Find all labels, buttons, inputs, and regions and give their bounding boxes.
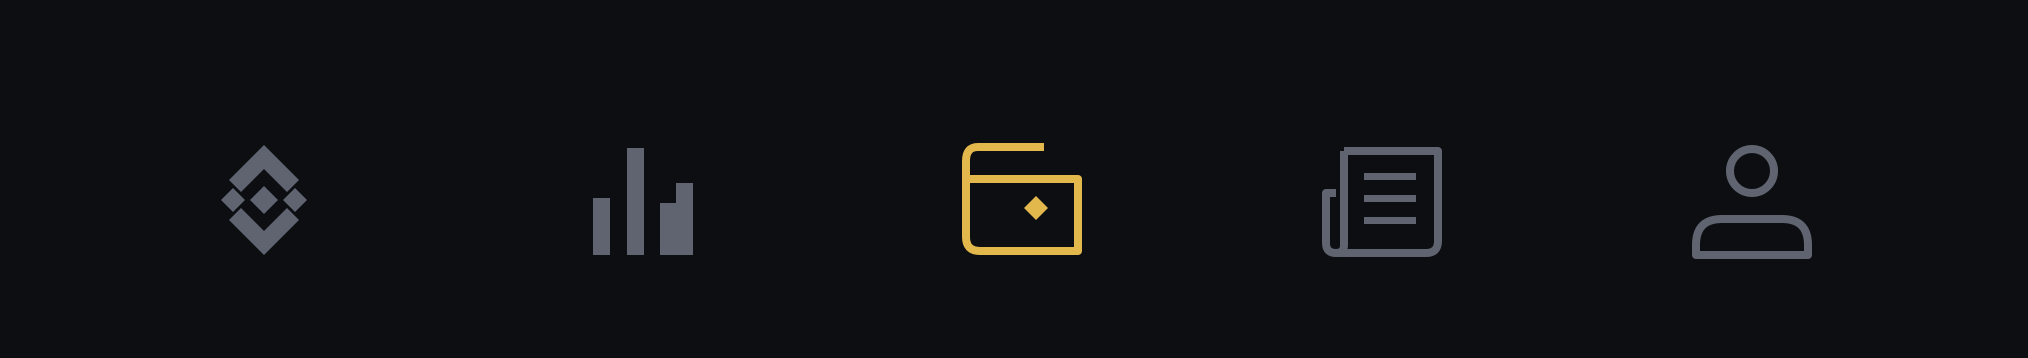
tab-home[interactable] [184,130,344,270]
user-icon [1692,145,1812,259]
newspaper-icon [1322,147,1442,257]
bar-chart-icon [593,148,693,255]
tab-news[interactable] [1298,130,1458,270]
bottom-navigation-bar [0,0,2028,358]
tab-wallet[interactable] [946,130,1106,270]
tab-profile[interactable] [1672,130,1832,270]
tab-markets[interactable] [550,130,710,270]
binance-logo-icon [221,145,307,255]
wallet-icon [962,143,1082,255]
